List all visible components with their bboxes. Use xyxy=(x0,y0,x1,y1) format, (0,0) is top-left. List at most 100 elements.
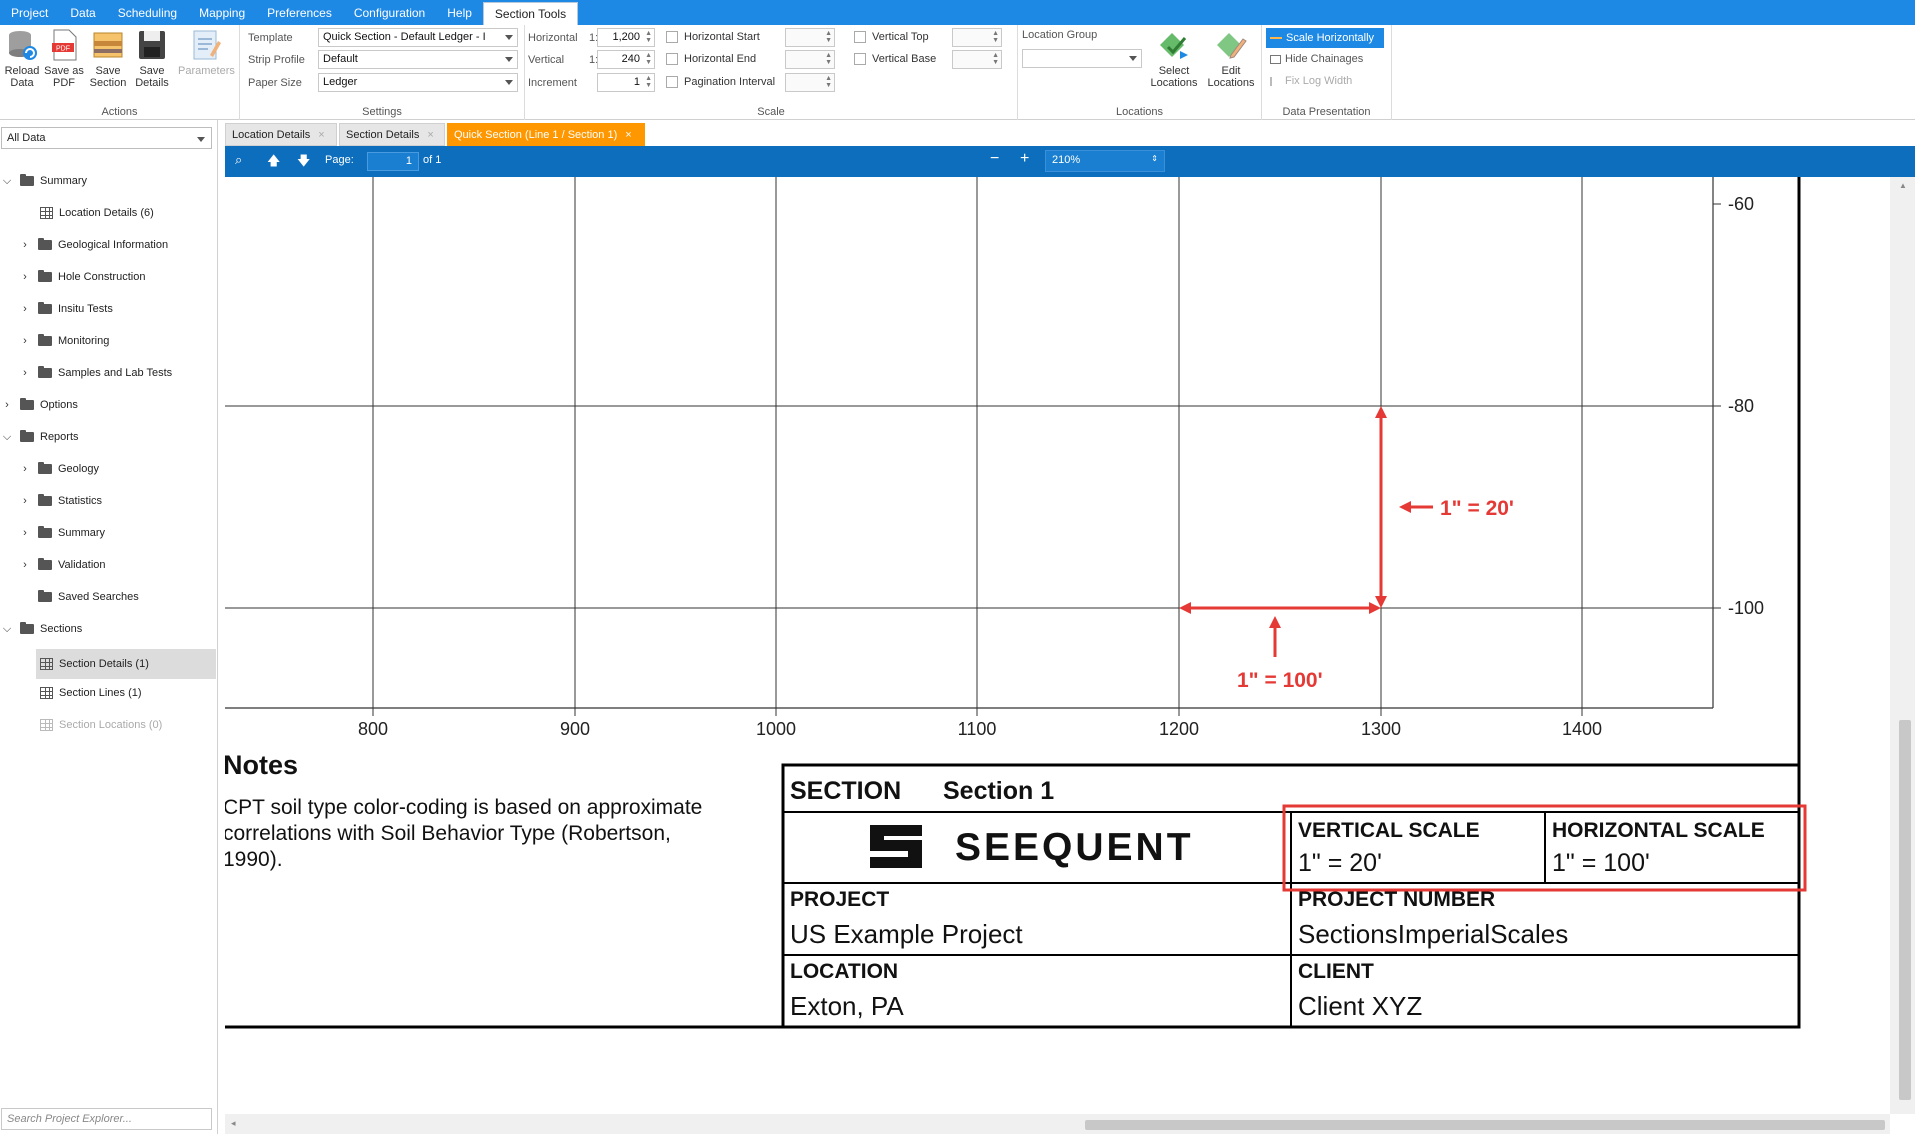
menu-project[interactable]: Project xyxy=(0,0,59,25)
tree-node-monitoring[interactable]: › Monitoring xyxy=(20,331,109,351)
menu-section-tools[interactable]: Section Tools xyxy=(482,2,579,25)
tree-node-validation[interactable]: › Validation xyxy=(20,555,106,575)
vertical-top-input[interactable]: ▲ ▼ xyxy=(952,28,1002,47)
horizontal-scrollbar[interactable]: ◂ xyxy=(225,1114,1890,1134)
tree-node-saved-searches[interactable]: Saved Searches xyxy=(20,587,139,607)
horizontal-scroll-thumb[interactable] xyxy=(1085,1120,1885,1130)
vertical-base-input[interactable]: ▲ ▼ xyxy=(952,50,1002,69)
tree-node-section-details[interactable]: Section Details (1) xyxy=(36,649,216,679)
project-number-value: SectionsImperialScales xyxy=(1298,919,1568,949)
chevron-right-icon[interactable]: › xyxy=(20,367,30,379)
tree-node-section-locations[interactable]: Section Locations (0) xyxy=(40,715,162,735)
tree-node-geology[interactable]: › Geology xyxy=(20,459,99,479)
scroll-left-icon[interactable]: ◂ xyxy=(231,1118,236,1129)
strip-profile-label: Strip Profile xyxy=(248,54,305,66)
tab-section-details[interactable]: Section Details × xyxy=(339,123,445,146)
vertical-top-checkbox[interactable]: Vertical Top xyxy=(854,31,929,43)
reload-data-button[interactable]: Reload Data xyxy=(0,27,44,89)
template-dropdown[interactable]: Quick Section - Default Ledger - I xyxy=(318,28,518,47)
chevron-right-icon[interactable]: › xyxy=(20,335,30,347)
table-icon xyxy=(40,658,53,670)
tree-node-reports[interactable]: ⌵ Reports xyxy=(2,427,79,447)
chevron-right-icon[interactable]: › xyxy=(2,399,12,411)
tree-node-hole-construction[interactable]: › Hole Construction xyxy=(20,267,145,287)
previous-page-icon[interactable]: 🡅 xyxy=(267,152,280,174)
tree-node-sections[interactable]: ⌵ Sections xyxy=(2,619,82,639)
chevron-down-icon[interactable]: ⌵ xyxy=(2,623,12,636)
increment-input[interactable]: 1 ▲ ▼ xyxy=(597,73,655,92)
chevron-down-icon xyxy=(505,80,513,85)
tree-node-samples-lab-tests[interactable]: › Samples and Lab Tests xyxy=(20,363,172,383)
horizontal-end-checkbox[interactable]: Horizontal End xyxy=(666,53,756,65)
chevron-right-icon[interactable]: › xyxy=(20,495,30,507)
chevron-right-icon[interactable]: › xyxy=(20,559,30,571)
tree-node-insitu-tests[interactable]: › Insitu Tests xyxy=(20,299,113,319)
zoom-in-icon[interactable]: + xyxy=(1020,150,1029,168)
horizontal-start-checkbox[interactable]: Horizontal Start xyxy=(666,31,760,43)
select-locations-button[interactable]: Select Locations xyxy=(1148,27,1200,89)
search-icon[interactable]: ⌕ xyxy=(235,152,242,168)
tree-label: Section Details (1) xyxy=(59,658,149,670)
menu-configuration[interactable]: Configuration xyxy=(343,0,436,25)
page-number-input[interactable]: 1 xyxy=(367,152,419,171)
vertical-scroll-thumb[interactable] xyxy=(1899,720,1911,1100)
tree-node-location-details[interactable]: Location Details (6) xyxy=(40,203,154,223)
chevron-down-icon[interactable]: ⌵ xyxy=(2,431,12,444)
close-icon[interactable]: × xyxy=(318,129,324,141)
pagination-interval-checkbox[interactable]: Pagination Interval xyxy=(666,76,775,88)
close-icon[interactable]: × xyxy=(625,129,631,141)
horizontal-start-input[interactable]: ▲ ▼ xyxy=(785,28,835,47)
save-as-pdf-button[interactable]: PDF Save as PDF xyxy=(42,27,86,89)
data-filter-dropdown[interactable]: All Data xyxy=(1,127,212,149)
select-locations-icon xyxy=(1160,33,1188,59)
menu-scheduling[interactable]: Scheduling xyxy=(107,0,188,25)
table-icon xyxy=(40,207,53,219)
edit-locations-button[interactable]: Edit Locations xyxy=(1204,27,1258,89)
menu-preferences[interactable]: Preferences xyxy=(256,0,343,25)
save-section-button[interactable]: Save Section xyxy=(86,27,130,89)
template-value: Quick Section - Default Ledger - I xyxy=(323,31,486,43)
vertical-scale-input[interactable]: 240 ▲ ▼ xyxy=(597,50,655,69)
fix-log-width-button[interactable]: Fix Log Width xyxy=(1270,75,1352,87)
tree-node-reports-summary[interactable]: › Summary xyxy=(20,523,105,543)
tab-quick-section[interactable]: Quick Section (Line 1 / Section 1) × xyxy=(447,123,645,146)
pagination-interval-input[interactable]: ▲ ▼ xyxy=(785,73,835,92)
save-section-label: Save Section xyxy=(89,65,127,89)
vertical-base-checkbox[interactable]: Vertical Base xyxy=(854,53,936,65)
strip-profile-dropdown[interactable]: Default xyxy=(318,50,518,69)
hide-chainages-button[interactable]: Hide Chainages xyxy=(1270,53,1363,65)
menu-data[interactable]: Data xyxy=(59,0,106,25)
chevron-right-icon[interactable]: › xyxy=(20,463,30,475)
scale-horizontally-button[interactable]: Scale Horizontally xyxy=(1266,28,1384,48)
tree-node-geological-information[interactable]: › Geological Information xyxy=(20,235,168,255)
horizontal-scale-input[interactable]: 1,200 ▲ ▼ xyxy=(597,28,655,47)
chevron-down-icon[interactable]: ⌵ xyxy=(2,175,12,188)
edit-locations-label: Edit Locations xyxy=(1207,65,1255,89)
horizontal-scale-value: 1,200 xyxy=(612,31,640,43)
tab-location-details[interactable]: Location Details × xyxy=(225,123,337,146)
vertical-scrollbar[interactable]: ▲ xyxy=(1890,177,1915,1114)
location-group-dropdown[interactable] xyxy=(1022,49,1142,68)
tree-node-section-lines[interactable]: Section Lines (1) xyxy=(40,683,142,703)
chevron-right-icon[interactable]: › xyxy=(20,271,30,283)
menu-help[interactable]: Help xyxy=(436,0,483,25)
close-icon[interactable]: × xyxy=(427,129,433,141)
chevron-right-icon[interactable]: › xyxy=(20,303,30,315)
section-value: Section 1 xyxy=(943,777,1054,805)
zoom-out-icon[interactable]: − xyxy=(990,150,999,168)
horizontal-end-input[interactable]: ▲ ▼ xyxy=(785,50,835,69)
menu-mapping[interactable]: Mapping xyxy=(188,0,256,25)
tree-node-options[interactable]: › Options xyxy=(2,395,78,415)
search-project-explorer-input[interactable]: Search Project Explorer... xyxy=(1,1108,212,1130)
chevron-right-icon[interactable]: › xyxy=(20,527,30,539)
hide-chainages-icon xyxy=(1270,54,1281,64)
save-details-button[interactable]: Save Details xyxy=(130,27,174,89)
tree-node-statistics[interactable]: › Statistics xyxy=(20,491,102,511)
next-page-icon[interactable]: 🡇 xyxy=(297,152,310,174)
zoom-dropdown[interactable]: 210% ⇕ xyxy=(1045,150,1165,172)
chevron-right-icon[interactable]: › xyxy=(20,239,30,251)
scroll-up-icon[interactable]: ▲ xyxy=(1899,181,1907,190)
parameters-button[interactable]: Parameters xyxy=(178,27,235,77)
tree-node-summary[interactable]: ⌵ Summary xyxy=(2,171,87,191)
paper-size-dropdown[interactable]: Ledger xyxy=(318,73,518,92)
